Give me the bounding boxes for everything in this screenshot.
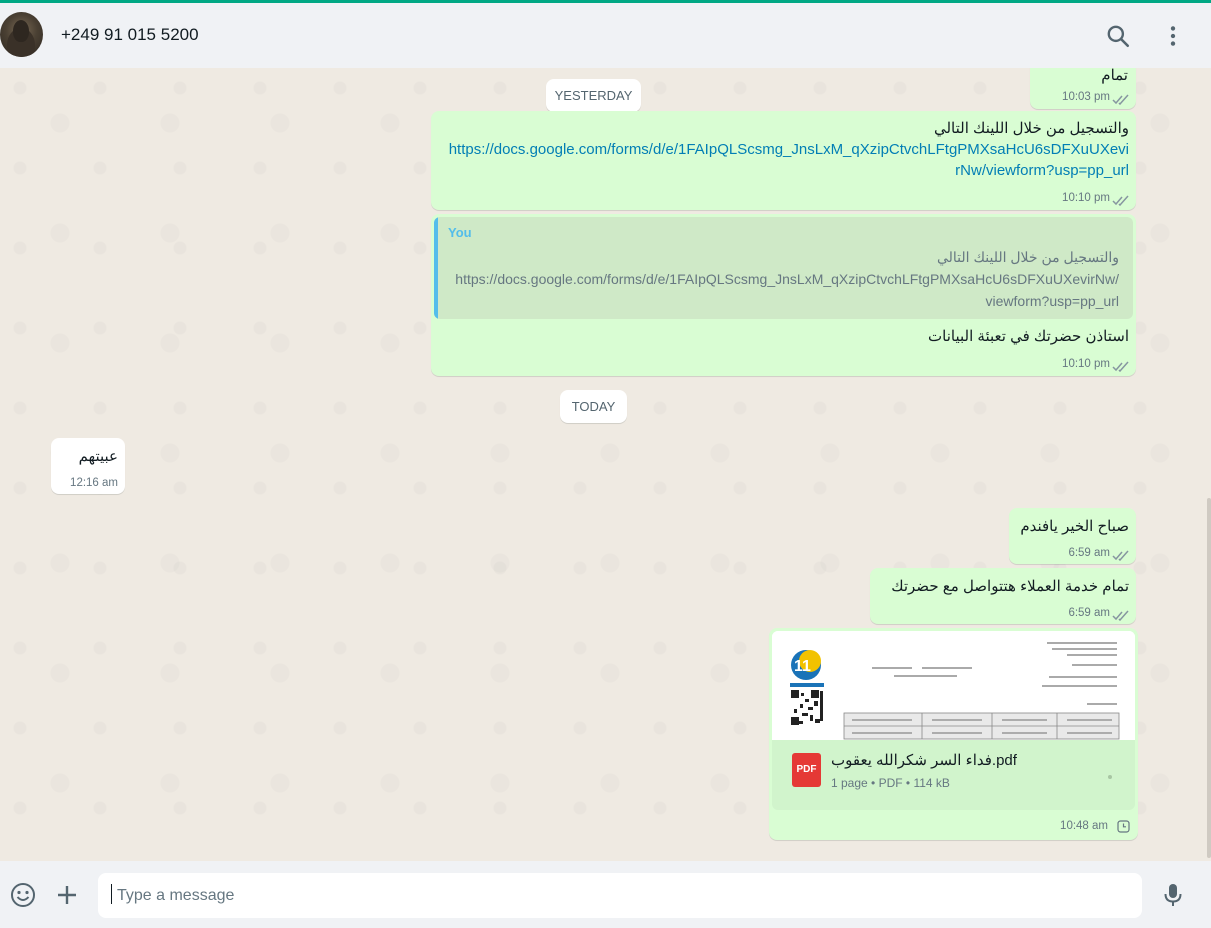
- message-time: 6:59 am: [1068, 547, 1110, 559]
- document-preview[interactable]: 11: [772, 631, 1135, 740]
- message-link-continued[interactable]: rNw/viewform?usp=pp_url: [955, 160, 1129, 181]
- message-input[interactable]: [98, 873, 1142, 918]
- document-info[interactable]: PDF فداء السر شكرالله يعقوب.pdf 1 page •…: [772, 740, 1135, 810]
- message-list[interactable]: تمام 10:03 pm YESTERDAY والتسجيل من خلال…: [0, 68, 1211, 861]
- message-link[interactable]: https://docs.google.com/forms/d/e/1FAIpQ…: [449, 139, 1129, 160]
- quote-link: https://docs.google.com/forms/d/e/1FAIpQ…: [455, 271, 1119, 287]
- message-text: تمام: [1101, 68, 1128, 84]
- plus-icon[interactable]: [53, 881, 81, 909]
- message-composer: [0, 861, 1211, 928]
- quote-author: You: [448, 225, 472, 240]
- pending-clock-icon: [1117, 820, 1130, 833]
- double-check-icon: [1112, 359, 1130, 373]
- chat-scrollbar[interactable]: [1207, 498, 1211, 858]
- download-indicator-icon[interactable]: [1108, 775, 1112, 779]
- quote-link-continued: viewform?usp=pp_url: [985, 293, 1119, 309]
- pdf-file-icon: PDF: [792, 753, 821, 787]
- message-bubble-outgoing-reply[interactable]: You والتسجيل من خلال اللينك التالي https…: [431, 214, 1136, 376]
- message-bubble-outgoing[interactable]: تمام 10:03 pm: [1030, 68, 1136, 109]
- quoted-message[interactable]: You والتسجيل من خلال اللينك التالي https…: [434, 217, 1133, 319]
- quote-text: والتسجيل من خلال اللينك التالي: [936, 249, 1119, 265]
- contact-avatar[interactable]: [0, 12, 43, 57]
- date-separator: TODAY: [560, 390, 627, 423]
- message-text: استاذن حضرتك في تعبئة البيانات: [928, 328, 1129, 345]
- message-text: تمام خدمة العملاء هتتواصل مع حضرتك: [891, 578, 1129, 595]
- message-time: 12:16 am: [70, 477, 118, 489]
- message-time: 10:10 pm: [1062, 358, 1110, 370]
- double-check-icon: [1112, 193, 1130, 207]
- message-text: عبيتهم: [78, 448, 118, 465]
- double-check-icon: [1112, 608, 1130, 622]
- message-text: والتسجيل من خلال اللينك التالي: [933, 120, 1129, 137]
- svg-text:11: 11: [794, 658, 811, 675]
- emoji-icon[interactable]: [9, 881, 37, 909]
- microphone-icon[interactable]: [1159, 881, 1187, 909]
- document-meta: 1 page • PDF • 114 kB: [831, 776, 950, 790]
- message-bubble-outgoing[interactable]: تمام خدمة العملاء هتتواصل مع حضرتك 6:59 …: [870, 568, 1136, 624]
- message-time: 6:59 am: [1068, 607, 1110, 619]
- message-bubble-incoming[interactable]: عبيتهم 12:16 am: [51, 438, 125, 494]
- quote-accent-bar: [434, 217, 438, 319]
- message-time: 10:48 am: [1060, 820, 1108, 832]
- message-bubble-document[interactable]: 11 PDF فداء السر شكرالله يعقوب.pdf 1 pag…: [769, 628, 1138, 840]
- message-time: 10:03 pm: [1062, 91, 1110, 103]
- double-check-icon: [1112, 548, 1130, 562]
- double-check-icon: [1112, 92, 1130, 106]
- chat-header: +249 91 015 5200: [0, 3, 1211, 68]
- text-caret: [111, 884, 112, 904]
- document-name: فداء السر شكرالله يعقوب.pdf: [831, 752, 1017, 769]
- message-time: 10:10 pm: [1062, 192, 1110, 204]
- search-icon[interactable]: [1105, 23, 1131, 49]
- date-separator: YESTERDAY: [546, 79, 641, 112]
- kebab-menu-icon[interactable]: [1160, 23, 1186, 49]
- message-bubble-outgoing[interactable]: صباح الخير يافندم 6:59 am: [1009, 508, 1136, 564]
- message-text: صباح الخير يافندم: [1020, 518, 1129, 535]
- contact-name[interactable]: +249 91 015 5200: [61, 25, 199, 45]
- message-bubble-outgoing[interactable]: والتسجيل من خلال اللينك التالي https://d…: [431, 111, 1136, 210]
